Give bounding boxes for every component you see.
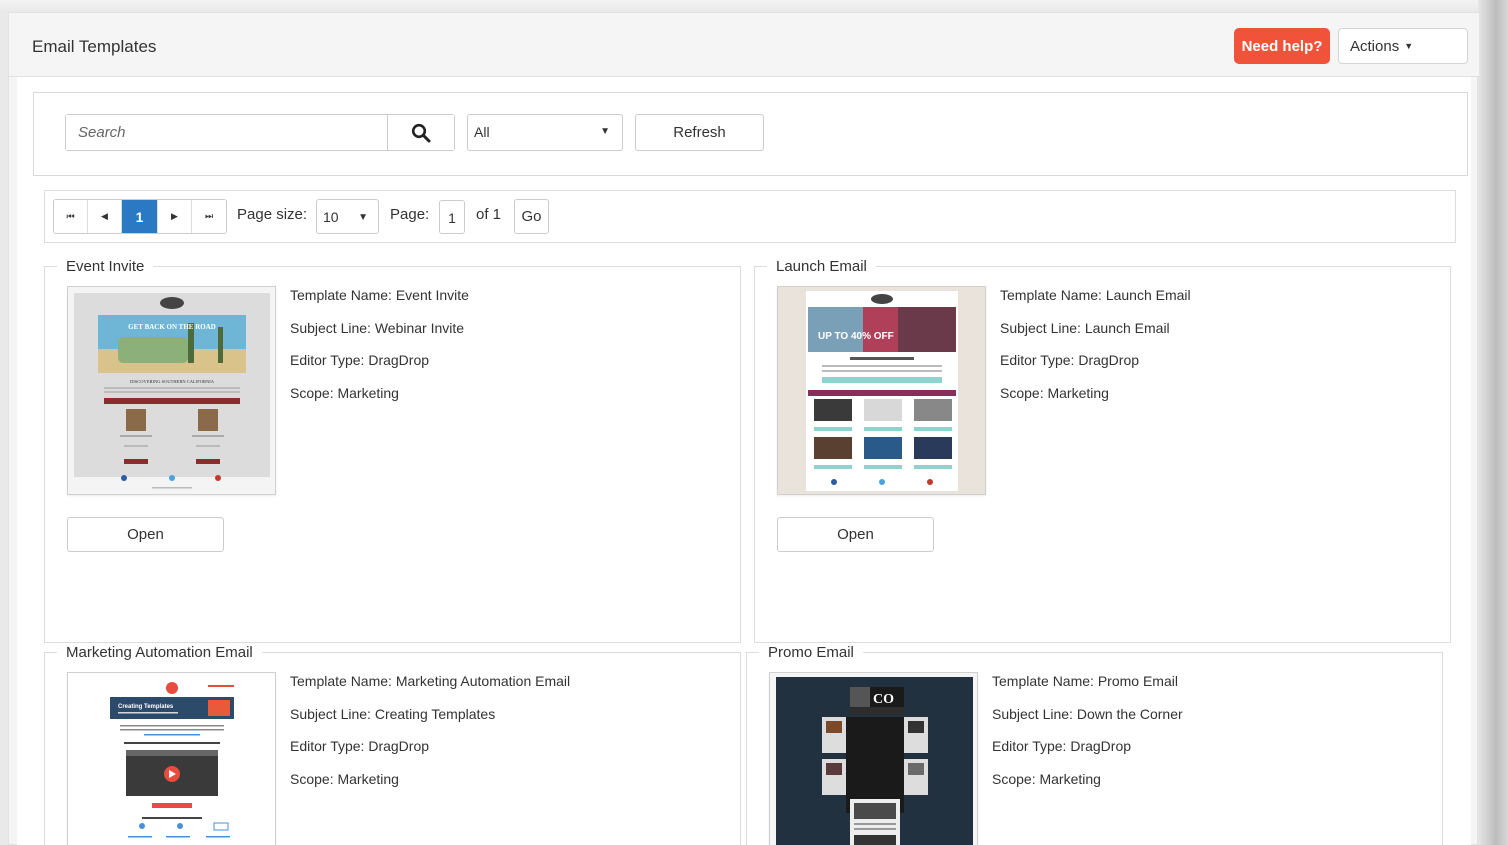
template-card-marketing-automation-email: Marketing Automation Email Creating Temp…	[44, 644, 741, 845]
email-templates-window: Email Templates Need help? Actions ▼ All …	[8, 12, 1479, 845]
prev-page-button[interactable]: ◀	[88, 200, 122, 233]
pager-buttons: ⏮ ◀ 1 ▶ ⏭	[53, 199, 227, 234]
event-invite-preview-image: GET BACK ON THE ROAD DISCOVERING SOUTHER…	[68, 287, 275, 494]
template-scope: Scope: Marketing	[290, 384, 399, 401]
go-button[interactable]: Go	[514, 199, 549, 234]
template-scope: Scope: Marketing	[290, 770, 399, 787]
search-button[interactable]	[388, 115, 454, 150]
template-card-launch-email: Launch Email UP TO 40% OFF Template Name…	[754, 258, 1451, 643]
template-details: Template Name: Launch Email Subject Line…	[1000, 287, 1191, 417]
svg-text:CO: CO	[873, 692, 894, 707]
template-subject: Subject Line: Launch Email	[1000, 319, 1170, 336]
main-content: All ▼ Refresh ⏮ ◀ 1 ▶ ⏭ Page size: 10 ▼ …	[17, 77, 1471, 845]
template-scope: Scope: Marketing	[1000, 384, 1109, 401]
template-subject: Subject Line: Creating Templates	[290, 705, 496, 722]
page-number-input[interactable]: 1	[439, 200, 465, 234]
page-size-select[interactable]: 10 ▼	[316, 199, 379, 234]
promo-email-preview-image: CO	[776, 677, 973, 845]
caret-down-icon: ▼	[600, 126, 610, 137]
svg-text:Creating Templates: Creating Templates	[118, 704, 174, 710]
open-template-button[interactable]: Open	[777, 517, 934, 552]
next-page-icon: ▶	[171, 211, 178, 221]
template-subject: Subject Line: Down the Corner	[992, 705, 1183, 722]
template-details: Template Name: Promo Email Subject Line:…	[992, 673, 1183, 803]
template-name: Template Name: Event Invite	[290, 287, 469, 303]
actions-label: Actions	[1350, 37, 1400, 55]
template-details: Template Name: Event Invite Subject Line…	[290, 287, 469, 417]
template-editor-type: Editor Type: DragDrop	[290, 352, 430, 368]
first-page-icon: ⏮	[66, 211, 75, 221]
template-name: Template Name: Marketing Automation Emai…	[290, 673, 571, 689]
svg-text:UP TO 40% OFF: UP TO 40% OFF	[818, 331, 894, 342]
template-thumbnail[interactable]: UP TO 40% OFF	[777, 286, 986, 495]
template-thumbnail[interactable]: CO	[769, 672, 978, 845]
caret-down-icon: ▼	[358, 212, 368, 223]
need-help-button[interactable]: Need help?	[1234, 28, 1330, 64]
actions-dropdown-button[interactable]: Actions ▼	[1338, 28, 1468, 64]
refresh-button[interactable]: Refresh	[635, 114, 764, 151]
search-input[interactable]	[66, 115, 388, 150]
template-editor-type: Editor Type: DragDrop	[992, 738, 1132, 754]
page-title: Email Templates	[32, 37, 157, 56]
page-count-label: of 1	[476, 206, 502, 223]
filter-panel: All ▼ Refresh	[33, 92, 1468, 176]
card-title: Event Invite	[57, 258, 154, 275]
caret-down-icon: ▼	[1404, 40, 1414, 51]
launch-email-preview-image: UP TO 40% OFF	[778, 287, 985, 494]
template-scope: Scope: Marketing	[992, 770, 1101, 787]
top-strip	[0, 0, 1508, 12]
page-header: Email Templates Need help? Actions ▼	[9, 13, 1479, 77]
template-name: Template Name: Promo Email	[992, 673, 1178, 689]
last-page-icon: ⏭	[204, 211, 214, 221]
page-1-button[interactable]: 1	[122, 200, 158, 233]
template-card-promo-email: Promo Email CO Template Name: Promo Emai…	[746, 644, 1443, 845]
search-group	[65, 114, 455, 151]
template-editor-type: Editor Type: DragDrop	[290, 738, 430, 754]
window-shadow	[1478, 0, 1508, 845]
template-editor-type: Editor Type: DragDrop	[1000, 352, 1140, 368]
template-thumbnail[interactable]: Creating Templates	[67, 672, 276, 845]
marketing-automation-preview-image: Creating Templates	[68, 673, 275, 845]
last-page-button[interactable]: ⏭	[192, 200, 226, 233]
scope-select-value: All	[474, 124, 490, 140]
svg-text:DISCOVERING SOUTHERN CALIFORNI: DISCOVERING SOUTHERN CALIFORNIA	[130, 379, 215, 384]
scope-select[interactable]: All ▼	[467, 114, 623, 151]
template-thumbnail[interactable]: GET BACK ON THE ROAD DISCOVERING SOUTHER…	[67, 286, 276, 495]
search-icon	[411, 123, 431, 142]
first-page-button[interactable]: ⏮	[54, 200, 88, 233]
template-subject: Subject Line: Webinar Invite	[290, 319, 465, 336]
template-details: Template Name: Marketing Automation Emai…	[290, 673, 570, 803]
template-name: Template Name: Launch Email	[1000, 287, 1191, 303]
pager-panel: ⏮ ◀ 1 ▶ ⏭ Page size: 10 ▼ Page: 1 of 1 G…	[44, 190, 1456, 243]
page-size-label: Page size:	[237, 206, 308, 223]
open-template-button[interactable]: Open	[67, 517, 224, 552]
svg-text:GET BACK ON THE ROAD: GET BACK ON THE ROAD	[128, 323, 216, 331]
page-size-value: 10	[323, 209, 339, 225]
next-page-button[interactable]: ▶	[158, 200, 192, 233]
card-title: Launch Email	[767, 258, 876, 275]
template-card-event-invite: Event Invite GET BACK ON THE ROAD DISCOV…	[44, 258, 741, 643]
card-title: Promo Email	[759, 644, 863, 661]
card-title: Marketing Automation Email	[57, 644, 262, 661]
page-label: Page:	[390, 206, 430, 223]
prev-page-icon: ◀	[101, 211, 108, 221]
